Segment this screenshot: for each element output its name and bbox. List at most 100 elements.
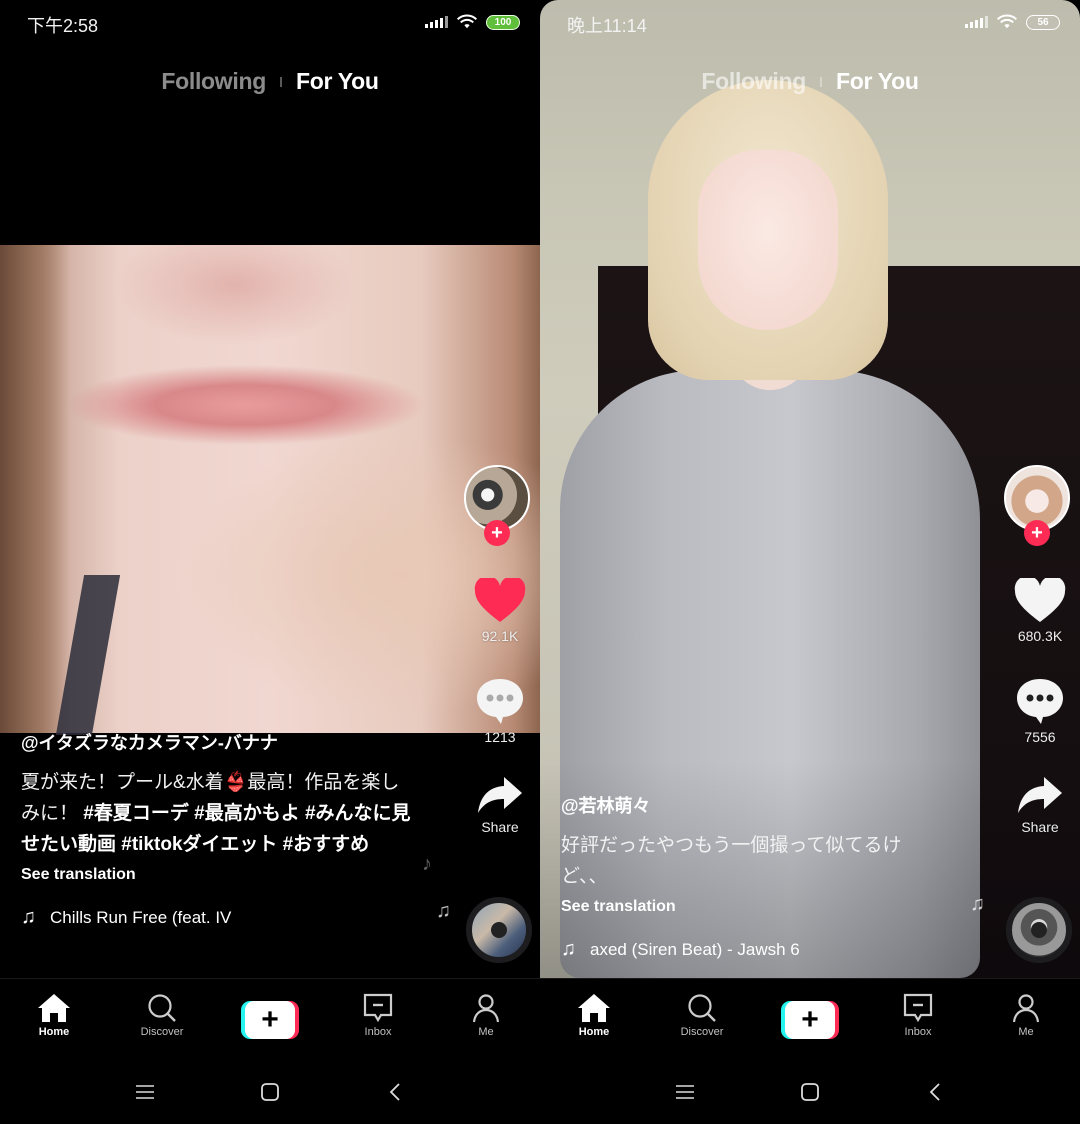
- create-plus-icon: +: [785, 1001, 835, 1039]
- nav-label: Home: [578, 1026, 610, 1038]
- nav-create[interactable]: +: [756, 979, 864, 1060]
- home-system-button[interactable]: [795, 1077, 825, 1107]
- home-system-button[interactable]: [255, 1077, 285, 1107]
- inbox-icon: [903, 993, 933, 1023]
- bottom-nav: Home Discover + Inbox Me: [540, 978, 1080, 1060]
- search-icon: [148, 994, 176, 1022]
- nav-discover[interactable]: Discover: [648, 979, 756, 1060]
- share-arrow-icon[interactable]: [1016, 775, 1064, 815]
- tab-divider: [819, 76, 822, 87]
- comment-button[interactable]: 1213: [460, 677, 540, 745]
- nav-label: Discover: [140, 1026, 184, 1038]
- comment-count: 7556: [1024, 729, 1056, 745]
- tab-for-you[interactable]: For You: [296, 68, 379, 95]
- inbox-icon: [363, 993, 393, 1023]
- video-player[interactable]: [0, 245, 540, 735]
- recents-button[interactable]: [130, 1077, 160, 1107]
- share-button[interactable]: Share: [1000, 775, 1080, 835]
- search-icon: [688, 994, 716, 1022]
- nav-home[interactable]: Home: [0, 979, 108, 1060]
- profile-icon: [472, 994, 500, 1023]
- video-description: 夏が来た！プール&水着👙最高！作品を楽しみに！ #春夏コーデ #最高かもよ #み…: [21, 767, 411, 860]
- tab-following[interactable]: Following: [161, 68, 266, 95]
- music-disc-button[interactable]: [1006, 897, 1072, 963]
- tab-following[interactable]: Following: [701, 68, 806, 95]
- home-icon: [578, 994, 610, 1022]
- bottom-nav: Home Discover + Inbox Me: [0, 978, 540, 1060]
- signal-icon: [425, 16, 448, 28]
- wifi-icon: [996, 14, 1018, 29]
- create-plus-button[interactable]: +: [781, 1001, 839, 1039]
- creator-avatar-button[interactable]: +: [1004, 465, 1070, 546]
- like-button[interactable]: 92.1K: [460, 578, 540, 644]
- video-frame-detail: [698, 150, 838, 330]
- status-time: 下午2:58: [27, 16, 99, 36]
- creator-avatar-button[interactable]: +: [464, 465, 530, 546]
- like-count: 680.3K: [1017, 628, 1063, 644]
- system-nav-bar: [0, 1060, 540, 1124]
- nav-me[interactable]: Me: [972, 979, 1080, 1060]
- signal-icon: [965, 16, 988, 28]
- floating-music-note-icon: ♫: [436, 900, 451, 922]
- share-label: Share: [1021, 819, 1059, 835]
- nav-label: Discover: [680, 1026, 724, 1038]
- back-button[interactable]: [380, 1077, 410, 1107]
- heart-icon[interactable]: [1014, 578, 1066, 624]
- phone-screen-left: 下午2:58 100 Following For You + 92.1K 121…: [0, 0, 540, 1124]
- status-bar: 下午2:58 100: [0, 0, 540, 48]
- feed-tabs: Following For You: [540, 68, 1080, 95]
- video-frame-detail: [0, 245, 70, 733]
- music-ticker[interactable]: ♫ axed (Siren Beat) - Jawsh 6: [561, 938, 821, 961]
- nav-label: Home: [38, 1026, 70, 1038]
- creator-username[interactable]: @イタズラなカメラマン-バナナ: [21, 729, 411, 755]
- description-hashtags[interactable]: #春夏コーデ #最高かもよ #みんなに見せたい動画 #tiktokダイエット #…: [21, 803, 411, 855]
- nav-create[interactable]: +: [216, 979, 324, 1060]
- comment-button[interactable]: 7556: [1000, 677, 1080, 745]
- status-bar: 晚上11:14 56: [540, 0, 1080, 48]
- system-nav-bar: [540, 1060, 1080, 1124]
- share-arrow-icon[interactable]: [476, 775, 524, 815]
- heart-icon[interactable]: [474, 578, 526, 624]
- home-icon: [38, 994, 70, 1022]
- create-plus-icon: +: [245, 1001, 295, 1039]
- back-button[interactable]: [920, 1077, 950, 1107]
- disc-center: [491, 922, 507, 938]
- music-ticker[interactable]: ♫ Chills Run Free (feat. IV: [21, 906, 281, 929]
- square-icon: [261, 1083, 279, 1101]
- menu-lines-icon: [676, 1085, 694, 1099]
- nav-home[interactable]: Home: [540, 979, 648, 1060]
- see-translation-link[interactable]: See translation: [21, 866, 411, 884]
- music-title[interactable]: Chills Run Free (feat. IV: [50, 908, 231, 928]
- menu-lines-icon: [136, 1085, 154, 1099]
- nav-inbox[interactable]: Inbox: [864, 979, 972, 1060]
- video-caption: @イタズラなカメラマン-バナナ 夏が来た！プール&水着👙最高！作品を楽しみに！ …: [21, 729, 411, 929]
- tab-for-you[interactable]: For You: [836, 68, 919, 95]
- comment-bubble-icon[interactable]: [475, 677, 525, 725]
- see-translation-link[interactable]: See translation: [561, 898, 951, 916]
- share-button[interactable]: Share: [460, 775, 540, 835]
- floating-music-note-icon: ♪: [422, 853, 432, 875]
- feed-tabs: Following For You: [0, 68, 540, 95]
- creator-username[interactable]: @若林萌々: [561, 792, 951, 818]
- create-plus-button[interactable]: +: [241, 1001, 299, 1039]
- nav-me[interactable]: Me: [432, 979, 540, 1060]
- comment-bubble-icon[interactable]: [1015, 677, 1065, 725]
- nav-discover[interactable]: Discover: [108, 979, 216, 1060]
- like-button[interactable]: 680.3K: [1000, 578, 1080, 644]
- status-time: 晚上11:14: [567, 16, 647, 36]
- nav-inbox[interactable]: Inbox: [324, 979, 432, 1060]
- nav-label: Me: [478, 1026, 494, 1038]
- music-disc-button[interactable]: [466, 897, 532, 963]
- recents-button[interactable]: [670, 1077, 700, 1107]
- phone-screen-right: 晚上11:14 56 Following For You + 680.3K 75…: [540, 0, 1080, 1124]
- nav-label: Me: [1018, 1026, 1034, 1038]
- video-caption: @若林萌々 好評だったやつもう一個撮って似てるけど、、 See translat…: [561, 792, 951, 961]
- follow-plus-icon[interactable]: +: [484, 520, 510, 546]
- follow-plus-icon[interactable]: +: [1024, 520, 1050, 546]
- comment-count: 1213: [484, 729, 516, 745]
- music-title[interactable]: axed (Siren Beat) - Jawsh 6: [590, 940, 800, 960]
- nav-label: Inbox: [364, 1026, 392, 1038]
- tab-divider: [279, 76, 282, 87]
- like-count: 92.1K: [481, 628, 519, 644]
- chevron-left-icon: [929, 1083, 940, 1101]
